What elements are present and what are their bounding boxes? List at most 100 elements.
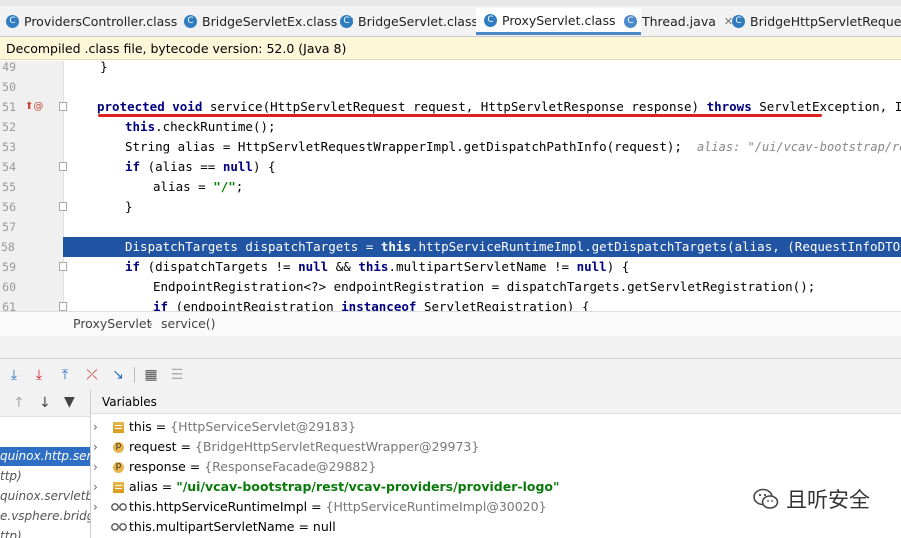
arrow-up-icon[interactable]: ↑ (13, 395, 25, 411)
trace-stream-icon[interactable]: ☰ (169, 367, 185, 383)
top-strip (0, 0, 901, 6)
run-to-cursor-icon[interactable]: ↘ (110, 367, 126, 383)
frames-toolbar: ↑ ↓ ▼ (0, 390, 90, 417)
decompiled-info-bar: Decompiled .class file, bytecode version… (0, 37, 901, 60)
line-number: 57 (2, 220, 16, 234)
code-keyword: if (153, 299, 169, 311)
fold-toggle-icon[interactable] (59, 102, 67, 111)
evaluate-expression-icon[interactable]: ▦ (143, 367, 159, 383)
frame-item[interactable]: e.vsphere.bridge, (0, 507, 90, 526)
code-keyword: instanceof (341, 299, 417, 311)
tab-thread-java[interactable]: Thread.java ✕ (624, 8, 733, 34)
tab-bridge-http-servlet-request-wrapper[interactable]: BridgeHttpServletRequestWr (732, 8, 901, 34)
code-text: } (70, 61, 108, 74)
variable-value: {HttpServiceRuntimeImpl@30020} (325, 499, 547, 514)
code-line[interactable]: 53 String alias = HttpServletRequestWrap… (0, 137, 901, 157)
tab-bridge-servlet-ex[interactable]: BridgeServletEx.class ✕ (184, 8, 355, 34)
expand-arrow-icon[interactable]: › (93, 417, 98, 437)
code-text: this.checkRuntime(); (125, 119, 276, 134)
variable-row[interactable]: › this = {HttpServiceServlet@29183} (91, 417, 901, 437)
code-text: EndpointRegistration<?> endpointRegistra… (153, 279, 816, 294)
breadcrumb: ProxyServlet › service() (0, 311, 901, 337)
code-line[interactable]: 52 this.checkRuntime(); (0, 117, 901, 137)
line-number: 51 (2, 100, 16, 114)
field-icon (113, 482, 124, 493)
arrow-down-icon[interactable]: ↓ (39, 395, 51, 411)
frames-panel: ↑ ↓ ▼ quinox.http.servlet. ttp) quinox.s… (0, 390, 91, 538)
line-number: 49 (2, 61, 16, 74)
code-keyword: this (125, 119, 156, 134)
line-number: 53 (2, 140, 16, 154)
editor-tab-bar: ProvidersController.class ✕ BridgeServle… (0, 0, 901, 37)
variable-row[interactable]: › response = {ResponseFacade@29882} (91, 457, 901, 477)
code-line[interactable]: 59 if (dispatchTargets != null && this.m… (0, 257, 901, 277)
override-up-arrow-icon[interactable]: ⬆@ (25, 100, 43, 114)
tab-label: BridgeHttpServletRequestWr (750, 13, 901, 29)
code-line[interactable]: 54 if (alias == null) { (0, 157, 901, 177)
code-line[interactable]: 57 (0, 217, 901, 237)
fold-toggle-icon[interactable] (59, 262, 67, 271)
frame-item[interactable]: quinox.http.servlet. (0, 447, 90, 466)
frame-item[interactable]: ttp) (0, 527, 90, 538)
drop-frame-icon[interactable]: ⤫ (84, 367, 100, 383)
breadcrumb-class[interactable]: ProxyServlet (73, 312, 151, 336)
tab-providers-controller[interactable]: ProvidersController.class ✕ (6, 8, 195, 34)
variable-name: alias (129, 479, 158, 494)
variable-text: request = {BridgeHttpServletRequestWrapp… (129, 439, 480, 454)
breadcrumb-method[interactable]: service() (161, 312, 216, 336)
watch-icon (111, 503, 127, 511)
line-number: 56 (2, 200, 16, 214)
fold-toggle-icon[interactable] (59, 202, 67, 211)
code-line[interactable]: 61 if (endpointRegistration instanceof S… (0, 297, 901, 311)
expand-arrow-icon[interactable]: › (93, 437, 98, 457)
code-keyword: null (298, 259, 329, 274)
line-number: 58 (0, 237, 63, 257)
code-text: String alias = HttpServletRequestWrapper… (125, 137, 901, 157)
inline-debug-hint: alias: "/ui/vcav-bootstrap/rest/vca (696, 140, 901, 154)
code-line[interactable]: 50 (0, 77, 901, 97)
code-keyword: null (576, 259, 607, 274)
class-icon (732, 14, 745, 28)
code-text: alias = "/"; (153, 179, 244, 194)
frame-item[interactable]: quinox.servletbric (0, 487, 90, 506)
variable-value: "/ui/vcav-bootstrap/rest/vcav-providers/… (176, 479, 560, 494)
force-step-into-icon[interactable]: ⤓ (31, 367, 47, 383)
variable-name: this.httpServiceRuntimeImpl (129, 499, 308, 514)
code-line[interactable]: 55 alias = "/"; (0, 177, 901, 197)
debugger-toolbar: ⤓ ⤓ ⤒ ⤫ ↘ ▦ ☰ (0, 358, 901, 392)
expand-arrow-icon[interactable]: › (93, 477, 98, 497)
step-out-icon[interactable]: ⤒ (57, 367, 73, 383)
tab-proxy-servlet[interactable]: ProxyServlet.class ✕ (476, 8, 641, 35)
code-editor[interactable]: 49 } 50 51 ⬆@ protected void service(Htt… (0, 61, 901, 311)
filter-icon[interactable]: ▼ (64, 394, 75, 410)
fold-toggle-icon[interactable] (59, 162, 67, 171)
watch-icon (111, 523, 127, 531)
variable-name: this (129, 419, 152, 434)
variable-value: null (312, 519, 336, 534)
line-number: 55 (2, 180, 16, 194)
code-line[interactable]: 49 } (0, 61, 901, 77)
code-line-current-execution[interactable]: 58 DispatchTargets dispatchTargets = thi… (0, 237, 901, 257)
line-number: 60 (2, 280, 16, 294)
step-into-icon[interactable]: ⤓ (6, 367, 22, 383)
variable-text: this.httpServiceRuntimeImpl = {HttpServi… (129, 499, 547, 514)
variable-name: request (129, 439, 177, 454)
frame-item[interactable]: ttp) (0, 467, 90, 486)
watermark: 且听安全 (752, 484, 870, 514)
code-text: } (125, 199, 133, 214)
code-text: if (alias == null) { (125, 159, 276, 174)
tab-bridge-servlet[interactable]: BridgeServlet.class ✕ (340, 8, 495, 34)
code-text: if (endpointRegistration instanceof Serv… (153, 297, 590, 311)
code-line[interactable]: 60 EndpointRegistration<?> endpointRegis… (0, 277, 901, 297)
variable-value: {ResponseFacade@29882} (204, 459, 377, 474)
code-keyword: if (125, 159, 141, 174)
variable-row[interactable]: this.multipartServletName = null (91, 517, 901, 537)
field-icon (113, 422, 124, 433)
expand-arrow-icon[interactable]: › (93, 497, 98, 517)
watermark-text: 且听安全 (786, 488, 870, 512)
fold-toggle-icon[interactable] (59, 302, 67, 311)
expand-arrow-icon[interactable]: › (93, 457, 98, 477)
variable-row[interactable]: › request = {BridgeHttpServletRequestWra… (91, 437, 901, 457)
code-line[interactable]: 56 } (0, 197, 901, 217)
code-keyword: if (125, 259, 141, 274)
